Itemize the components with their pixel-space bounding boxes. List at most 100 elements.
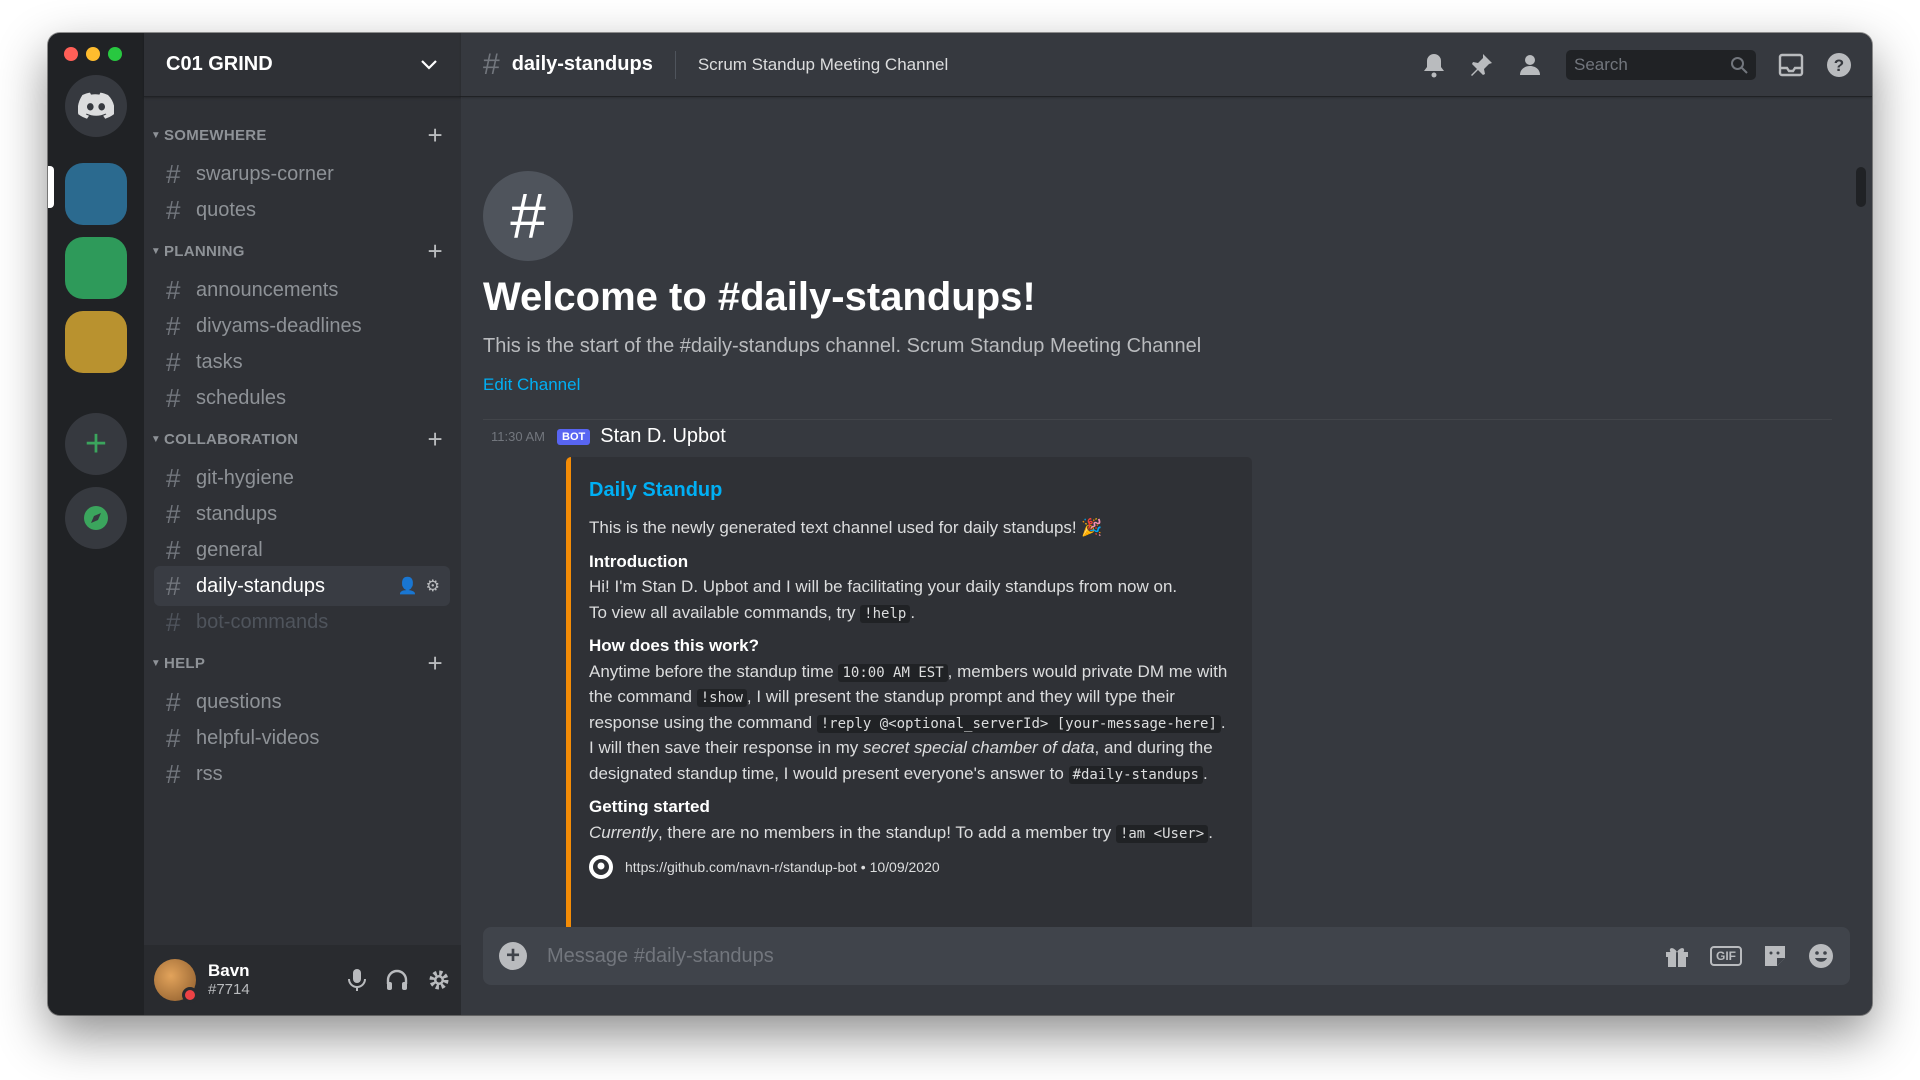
text-channel-icon: # <box>166 346 181 377</box>
home-button[interactable] <box>65 75 127 137</box>
channel-settings-gear-icon[interactable]: ⚙ <box>426 576 440 596</box>
headphones-icon[interactable] <box>385 968 409 992</box>
text-channel-icon: # <box>166 310 181 341</box>
channel-quotes[interactable]: # quotes <box>154 190 450 230</box>
microphone-icon[interactable] <box>347 968 367 992</box>
message-input[interactable]: Message #daily-standups <box>547 945 774 968</box>
upload-plus-icon[interactable]: + <box>499 942 527 970</box>
text-channel-icon: # <box>166 498 181 529</box>
embed-footer-text: https://github.com/navn-r/standup-bot • … <box>625 858 940 875</box>
text-channel-icon: # <box>166 194 181 225</box>
compass-icon <box>84 506 108 530</box>
channel-helpful-videos[interactable]: # helpful-videos <box>154 718 450 758</box>
username: Bavn <box>208 960 250 980</box>
server-rail: + <box>48 33 144 1015</box>
search-input[interactable]: Search <box>1566 49 1756 80</box>
channel-bot-commands[interactable]: # bot-commands <box>154 602 450 642</box>
channel-label: divyams-deadlines <box>196 314 362 337</box>
channel-standups[interactable]: # standups <box>154 494 450 534</box>
minimize-window-button[interactable] <box>86 47 100 61</box>
avatar[interactable] <box>154 959 198 1003</box>
message-composer[interactable]: + Message #daily-standups GIF <box>483 927 1850 985</box>
help-icon[interactable]: ? <box>1826 52 1852 78</box>
channel-label: helpful-videos <box>196 726 320 749</box>
emoji-picker-icon[interactable] <box>1808 943 1834 969</box>
create-channel-icon[interactable]: + <box>428 650 443 676</box>
channel-label: swarups-corner <box>196 162 334 185</box>
pin-icon[interactable] <box>1468 52 1494 78</box>
notification-bell-icon[interactable] <box>1422 52 1446 78</box>
svg-text:?: ? <box>1834 56 1844 75</box>
channel-git-hygiene[interactable]: # git-hygiene <box>154 458 450 498</box>
channel-daily-standups[interactable]: # daily-standups 👤 ⚙ <box>154 566 450 606</box>
inline-code: !am <User> <box>1115 824 1209 843</box>
search-placeholder: Search <box>1574 54 1628 74</box>
embed-title[interactable]: Daily Standup <box>589 475 1234 505</box>
category-label: SOMEWHERE <box>164 126 267 144</box>
embed-field-name: Introduction <box>589 551 689 571</box>
inbox-icon[interactable] <box>1778 53 1804 77</box>
text-channel-icon: # <box>483 47 500 81</box>
channel-label: general <box>196 538 263 561</box>
channel-label: rss <box>196 762 223 785</box>
text-channel-icon: # <box>166 606 181 637</box>
channel-label: quotes <box>196 198 257 221</box>
channel-general[interactable]: # general <box>154 530 450 570</box>
create-channel-icon[interactable]: + <box>428 238 443 264</box>
channel-label: git-hygiene <box>196 466 294 489</box>
gif-button[interactable]: GIF <box>1710 946 1742 966</box>
message-header: 11:30 AM BOT Stan D. Upbot <box>491 425 726 448</box>
inline-code: 10:00 AM EST <box>838 663 948 682</box>
category-help[interactable]: ▼ HELP + <box>148 650 443 676</box>
guild-name: C01 GRIND <box>166 53 273 75</box>
gift-icon[interactable] <box>1664 943 1690 969</box>
explore-servers-button[interactable] <box>65 487 127 549</box>
sticker-icon[interactable] <box>1762 943 1788 969</box>
category-chevron-icon: ▼ <box>150 433 162 445</box>
text-channel-icon: # <box>166 570 181 601</box>
window-controls <box>64 47 122 61</box>
channel-label: schedules <box>196 386 287 409</box>
create-channel-icon[interactable]: + <box>428 426 443 452</box>
scrollbar-thumb[interactable] <box>1856 167 1866 207</box>
message-list: # Welcome to #daily-standups! This is th… <box>461 97 1872 933</box>
category-collaboration[interactable]: ▼ COLLABORATION + <box>148 426 443 452</box>
embed-footer: https://github.com/navn-r/standup-bot • … <box>589 855 1234 879</box>
category-somewhere[interactable]: ▼ SOMEWHERE + <box>148 122 443 148</box>
inline-code: !help <box>860 604 911 623</box>
text-channel-icon: # <box>166 462 181 493</box>
edit-channel-link[interactable]: Edit Channel <box>483 375 580 395</box>
channel-divyams-deadlines[interactable]: # divyams-deadlines <box>154 306 450 346</box>
category-planning[interactable]: ▼ PLANNING + <box>148 238 443 264</box>
channel-header: # daily-standups Scrum Standup Meeting C… <box>461 33 1872 97</box>
server-icon-3[interactable] <box>65 311 127 373</box>
divider <box>483 419 1832 420</box>
user-settings-gear-icon[interactable] <box>427 968 451 992</box>
add-server-button[interactable]: + <box>65 413 127 475</box>
channel-schedules[interactable]: # schedules <box>154 378 450 418</box>
text-channel-icon: # <box>166 274 181 305</box>
guild-header[interactable]: C01 GRIND <box>144 33 461 97</box>
welcome-description: This is the start of the #daily-standups… <box>483 335 1202 357</box>
server-icon-2[interactable] <box>65 237 127 299</box>
channel-label: questions <box>196 690 282 713</box>
server-icon-c01-grind[interactable] <box>65 163 127 225</box>
close-window-button[interactable] <box>64 47 78 61</box>
channel-swarups-corner[interactable]: # swarups-corner <box>154 154 450 194</box>
channel-tasks[interactable]: # tasks <box>154 342 450 382</box>
search-icon <box>1731 56 1748 74</box>
discord-logo-icon <box>78 92 114 119</box>
text-channel-icon: # <box>166 382 181 413</box>
channel-announcements[interactable]: # announcements <box>154 270 450 310</box>
zoom-window-button[interactable] <box>108 47 122 61</box>
invite-people-icon[interactable]: 👤 <box>398 576 418 596</box>
message-author[interactable]: Stan D. Upbot <box>600 425 726 448</box>
channel-topic[interactable]: Scrum Standup Meeting Channel <box>698 55 948 75</box>
member-list-icon[interactable] <box>1516 53 1544 77</box>
channel-sidebar: C01 GRIND ▼ SOMEWHERE + # swarups-corner … <box>144 33 461 1015</box>
channel-questions[interactable]: # questions <box>154 682 450 722</box>
channel-rss[interactable]: # rss <box>154 754 450 794</box>
inline-code: !show <box>696 689 747 707</box>
create-channel-icon[interactable]: + <box>428 122 443 148</box>
chevron-down-icon <box>421 59 437 70</box>
